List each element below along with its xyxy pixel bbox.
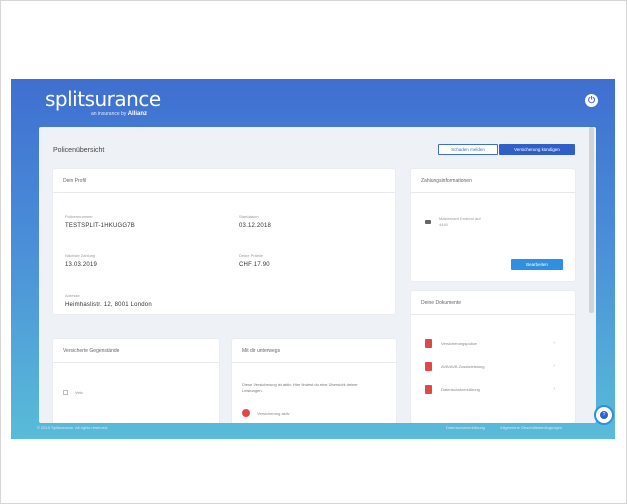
chevron-right-icon: › (553, 340, 555, 346)
insured-items-card: Versicherte Gegenstände Velo (53, 339, 219, 423)
report-claim-button[interactable]: Schaden melden (438, 144, 498, 155)
next-payment: 13.03.2019 (65, 262, 98, 268)
pdf-icon (425, 362, 432, 371)
document-item[interactable]: Versicherungspolice › (425, 339, 555, 349)
status-dot-icon (242, 409, 250, 417)
footer-copyright: © 2019 Splitsurance. All rights reserved… (37, 425, 109, 430)
field-label: Adresse (65, 293, 80, 298)
status-description: Diese Versicherung ist aktiv. Hier finde… (242, 382, 358, 393)
field-label: Startdatum (239, 214, 259, 219)
field-label: Nächste Zahlung (65, 253, 96, 258)
documents-title: Deine Dokumente (411, 291, 575, 315)
cancel-insurance-button[interactable]: Versicherung kündigen (499, 144, 575, 155)
status-card: Mit dir unterwegs Diese Versicherung ist… (232, 339, 396, 423)
document-item[interactable]: AVB/AVB Zusatzleistung › (425, 362, 555, 372)
document-item[interactable]: Datenschutzerklärung › (425, 385, 555, 395)
scrollbar[interactable] (589, 127, 594, 313)
power-icon[interactable]: ⏻ (585, 94, 598, 107)
app-window: splitsurance an insurance by Allianz ⏻ P… (11, 79, 615, 439)
logo-subtitle-prefix: an insurance by (91, 111, 127, 117)
premium: CHF 17.90 (239, 262, 270, 268)
card-digits: 4440 (439, 222, 448, 227)
payment-method: Mastercard Endend auf 4440 (439, 216, 481, 228)
policy-number: TESTSPLIT-1HKUGG7B (65, 223, 135, 229)
payment-title: Zahlungsinformationen (411, 169, 575, 193)
insured-items-title: Versicherte Gegenstände (53, 339, 219, 363)
privacy-link[interactable]: Datenschutzerklärung (446, 425, 485, 430)
terms-link[interactable]: Allgemeine Geschäftsbedingungen (500, 425, 562, 430)
pdf-icon (425, 339, 432, 348)
chat-button[interactable]: ? (594, 405, 614, 425)
start-date: 03.12.2018 (239, 223, 272, 229)
item-checkbox[interactable] (63, 390, 68, 395)
policy-info-title: Dein Profil (53, 169, 395, 193)
insured-item-label: Velo (75, 390, 83, 395)
document-name: Versicherungspolice (441, 341, 477, 346)
documents-card: Deine Dokumente Versicherungspolice › AV… (411, 291, 575, 423)
address: Heimhaslistr. 12, 8001 London (65, 302, 152, 308)
chat-icon: ? (600, 411, 608, 419)
edit-payment-button[interactable]: Bearbeiten (511, 259, 563, 270)
pdf-icon (425, 385, 432, 394)
main-panel: Policenübersicht Schaden melden Versiche… (39, 127, 596, 423)
document-name: AVB/AVB Zusatzleistung (441, 364, 485, 369)
payment-card: Zahlungsinformationen Mastercard Endend … (411, 169, 575, 281)
logo-subtitle: an insurance by Allianz (91, 111, 147, 117)
status-title: Mit dir unterwegs (232, 339, 396, 363)
field-label: Policennummer (65, 214, 93, 219)
allianz-brand: Allianz (127, 111, 148, 117)
status-label: Versicherung aktiv (257, 411, 290, 416)
policy-info-card: Dein Profil Policennummer TESTSPLIT-1HKU… (53, 169, 395, 314)
document-name: Datenschutzerklärung (441, 387, 480, 392)
footer-links: Datenschutzerklärung Allgemeine Geschäft… (446, 425, 562, 430)
chevron-right-icon: › (553, 386, 555, 392)
page-title: Policenübersicht (53, 147, 105, 154)
credit-card-icon (425, 220, 431, 224)
splitsurance-logo[interactable]: splitsurance (45, 87, 161, 111)
field-label: Deine Prämie (239, 253, 264, 258)
chevron-right-icon: › (553, 363, 555, 369)
